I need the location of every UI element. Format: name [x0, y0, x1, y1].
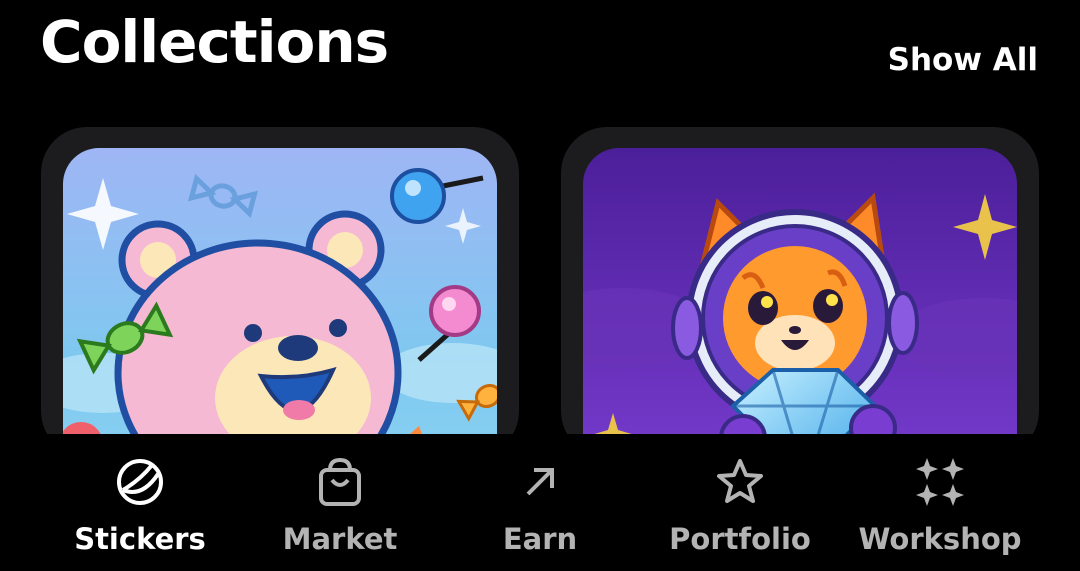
show-all-button[interactable]: Show All	[888, 42, 1038, 78]
arrow-up-right-icon	[514, 456, 566, 508]
nav-label-portfolio: Portfolio	[669, 522, 811, 556]
sticker-icon	[114, 456, 166, 508]
pink-bear-sticker-image	[63, 148, 497, 457]
bottom-navigation: Stickers Market Earn Portfolio Workshop	[0, 434, 1080, 571]
sparkles-icon	[914, 456, 966, 508]
nav-label-stickers: Stickers	[74, 522, 206, 556]
nav-label-earn: Earn	[502, 522, 578, 556]
nav-item-stickers[interactable]: Stickers	[32, 434, 248, 571]
star-icon	[714, 456, 766, 508]
nav-item-market[interactable]: Market	[232, 434, 448, 571]
nav-label-market: Market	[282, 522, 398, 556]
shopping-bag-icon	[314, 456, 366, 508]
nav-item-workshop[interactable]: Workshop	[832, 434, 1048, 571]
page-title: Collections	[40, 8, 389, 76]
collection-card-fox[interactable]	[561, 127, 1039, 457]
astronaut-fox-sticker-image	[583, 148, 1017, 457]
nav-label-workshop: Workshop	[858, 522, 1022, 556]
nav-item-earn[interactable]: Earn	[432, 434, 648, 571]
collections-screen: Collections Show All Stickers Market Ear…	[0, 0, 1080, 571]
nav-item-portfolio[interactable]: Portfolio	[632, 434, 848, 571]
collection-card-bear[interactable]	[41, 127, 519, 457]
